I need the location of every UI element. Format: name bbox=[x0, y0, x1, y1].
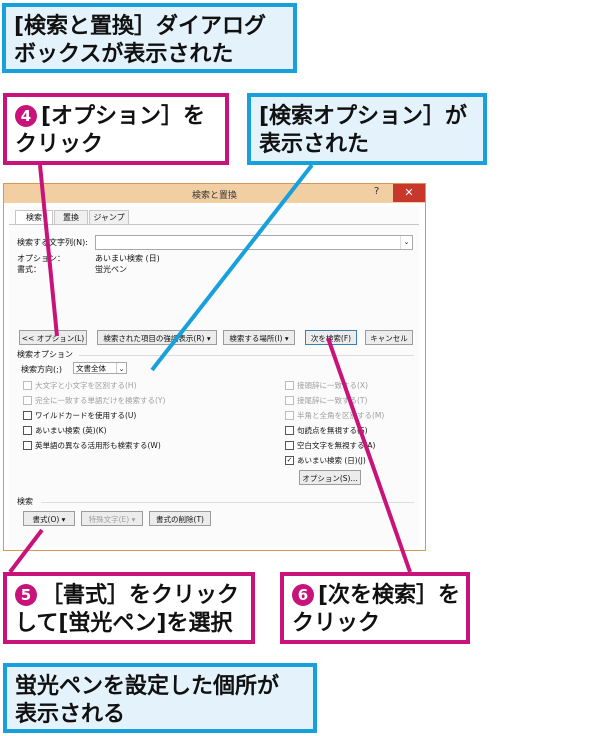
search-section-heading: 検索 bbox=[17, 497, 33, 506]
option-prefix[interactable]: 接頭辞に一致する(X) bbox=[297, 380, 368, 391]
checkbox[interactable] bbox=[23, 426, 32, 435]
callout-line: して[蛍光ペン]を選択 bbox=[15, 611, 233, 636]
close-button[interactable]: ✕ bbox=[393, 184, 425, 202]
chevron-down-icon[interactable]: ⌄ bbox=[400, 236, 412, 249]
dialog-titlebar: 検索と置換 ? ✕ bbox=[4, 184, 425, 203]
format-button[interactable]: 書式(O) ▾ bbox=[23, 511, 75, 526]
callout-text: [オプション］を bbox=[41, 104, 206, 129]
search-in-button[interactable]: 検索する場所(I) ▾ bbox=[223, 330, 295, 345]
checkbox[interactable] bbox=[285, 441, 294, 450]
callout-line: [検索と置換］ダイアログ bbox=[14, 14, 267, 39]
callout-line: 4 [オプション］を bbox=[15, 103, 217, 131]
option-ignore-whitespace[interactable]: 空白文字を無視する(A) bbox=[297, 440, 375, 451]
direction-select[interactable]: 文書全体 ⌄ bbox=[73, 362, 127, 374]
format-label: 書式： bbox=[17, 265, 41, 274]
callout-line: クリック bbox=[292, 611, 381, 636]
step-number-badge: 5 bbox=[15, 584, 37, 606]
direction-value: 文書全体 bbox=[76, 364, 106, 373]
callout-line: クリック bbox=[15, 132, 104, 157]
callout-text: ［書式］をクリック bbox=[41, 583, 240, 608]
callout-step5: 5 ［書式］をクリック して[蛍光ペン]を選択 bbox=[3, 572, 255, 644]
checkbox[interactable] bbox=[285, 396, 294, 405]
callout-dialog-shown: [検索と置換］ダイアログ ボックスが表示された bbox=[2, 3, 297, 73]
callout-line: 表示された bbox=[259, 132, 370, 157]
callout-options-shown: [検索オプション］が 表示された bbox=[247, 93, 487, 165]
tab-replace[interactable]: 置換 bbox=[54, 210, 88, 224]
help-button[interactable]: ? bbox=[374, 186, 379, 197]
option-value: あいまい検索 (日) bbox=[95, 254, 160, 263]
dialog-client: 検索 置換 ジャンプ 検索する文字列(N): ⌄ オプション： あいまい検索 (… bbox=[9, 206, 419, 546]
checkbox[interactable] bbox=[23, 411, 32, 420]
option-case-sensitive[interactable]: 大文字と小文字を区別する(H) bbox=[35, 380, 137, 391]
callout-step6: 6 [次を検索］を クリック bbox=[280, 572, 470, 644]
highlight-found-button[interactable]: 検索された項目の強調表示(R) ▾ bbox=[97, 330, 217, 345]
search-input[interactable]: ⌄ bbox=[95, 235, 413, 250]
special-chars-button[interactable]: 特殊文字(E) ▾ bbox=[81, 511, 143, 526]
format-value: 蛍光ペン bbox=[95, 265, 127, 274]
callout-text: [次を検索］を bbox=[318, 583, 461, 608]
clear-format-button[interactable]: 書式の削除(T) bbox=[149, 511, 211, 526]
checkbox[interactable] bbox=[23, 396, 32, 405]
dialog-title: 検索と置換 bbox=[191, 191, 237, 201]
tab-divider bbox=[9, 224, 419, 225]
divider bbox=[79, 355, 414, 356]
option-fuzzy-japanese[interactable]: あいまい検索 (日)(J) bbox=[297, 455, 366, 466]
callout-line: 5 ［書式］をクリック bbox=[15, 582, 243, 610]
direction-label: 検索方向(;) bbox=[21, 365, 62, 374]
checkbox[interactable] bbox=[23, 441, 32, 450]
callout-line: 表示される bbox=[15, 702, 126, 727]
find-replace-dialog: 検索と置換 ? ✕ 検索 置換 ジャンプ 検索する文字列(N): ⌄ オプション… bbox=[3, 183, 426, 551]
tab-jump[interactable]: ジャンプ bbox=[89, 210, 129, 224]
option-fuzzy-english[interactable]: あいまい検索 (英)(K) bbox=[35, 425, 107, 436]
callout-result: 蛍光ペンを設定した個所が 表示される bbox=[3, 663, 317, 733]
option-word-forms[interactable]: 英単語の異なる活用形も検索する(W) bbox=[35, 440, 161, 451]
option-whole-word[interactable]: 完全に一致する単語だけを検索する(Y) bbox=[35, 395, 165, 406]
options-button[interactable]: << オプション(L) bbox=[19, 330, 87, 345]
option-wildcard[interactable]: ワイルドカードを使用する(U) bbox=[35, 410, 136, 421]
fuzzy-options-button[interactable]: オプション(S)... bbox=[299, 470, 361, 485]
step-number-badge: 4 bbox=[15, 105, 37, 127]
checkbox-checked[interactable]: ✓ bbox=[285, 456, 294, 465]
option-suffix[interactable]: 接尾辞に一致する(T) bbox=[297, 395, 367, 406]
checkbox[interactable] bbox=[285, 426, 294, 435]
divider bbox=[41, 502, 414, 503]
callout-line: ボックスが表示された bbox=[14, 42, 234, 67]
checkbox[interactable] bbox=[285, 411, 294, 420]
callout-line: [検索オプション］が bbox=[259, 104, 468, 129]
callout-line: 6 [次を検索］を bbox=[292, 582, 461, 610]
chevron-down-icon[interactable]: ⌄ bbox=[116, 363, 126, 373]
find-next-button[interactable]: 次を検索(F) bbox=[305, 330, 357, 345]
tab-search[interactable]: 検索 bbox=[15, 210, 53, 225]
checkbox[interactable] bbox=[23, 381, 32, 390]
search-options-heading: 検索オプション bbox=[17, 350, 73, 359]
search-string-label: 検索する文字列(N): bbox=[17, 238, 88, 247]
option-width[interactable]: 半角と全角を区別する(M) bbox=[297, 410, 384, 421]
checkbox[interactable] bbox=[285, 381, 294, 390]
option-label: オプション： bbox=[17, 254, 65, 263]
callout-step4: 4 [オプション］を クリック bbox=[3, 93, 229, 165]
cancel-button[interactable]: キャンセル bbox=[365, 330, 413, 345]
step-number-badge: 6 bbox=[292, 584, 314, 606]
callout-line: 蛍光ペンを設定した個所が bbox=[15, 674, 280, 699]
option-ignore-punctuation[interactable]: 句読点を無視する(S) bbox=[297, 425, 368, 436]
